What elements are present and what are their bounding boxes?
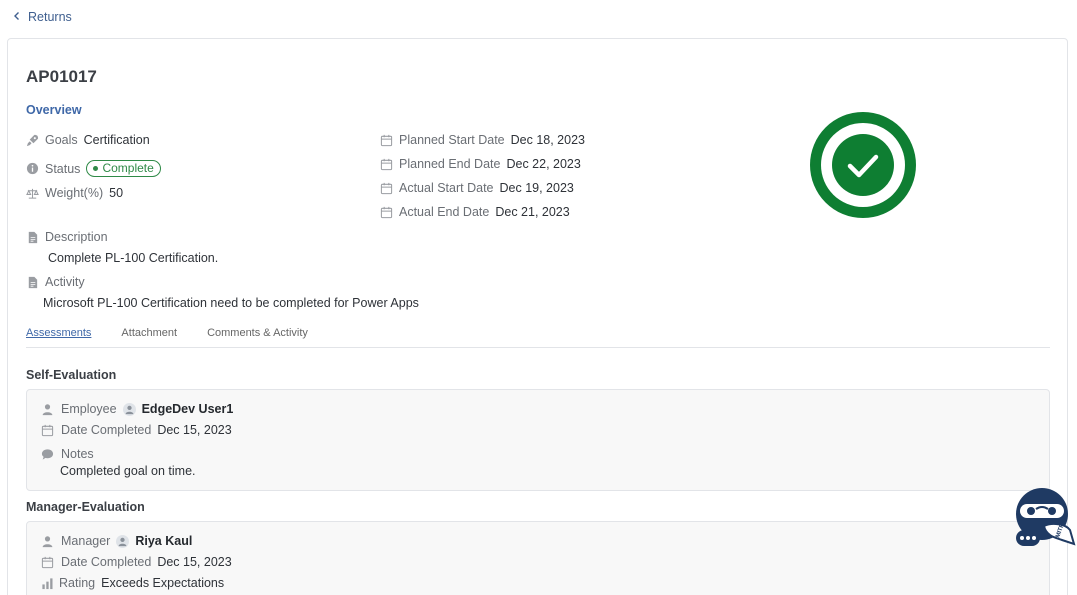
status-field: Status Complete [26,160,161,177]
tab-assessments[interactable]: Assessments [26,325,91,347]
actual-start-field: Actual Start Date Dec 19, 2023 [380,181,574,195]
overview-heading: Overview [26,103,82,117]
avatar [122,402,136,416]
manager-evaluation-heading: Manager-Evaluation [26,500,145,514]
tab-bar: Assessments Attachment Comments & Activi… [26,325,1050,348]
description-value: Complete PL-100 Certification. [48,251,219,265]
calendar-icon [380,182,393,195]
back-link-label: Returns [28,10,72,24]
status-value: Complete [102,161,154,175]
chevron-left-icon [12,10,22,24]
user-icon [41,535,54,548]
document-icon [26,231,39,244]
date-completed-value: Dec 15, 2023 [157,555,232,569]
goal-detail-card: AP01017 Overview Goals Certification Sta… [7,38,1068,595]
goals-value: Certification [83,133,150,147]
self-evaluation-heading: Self-Evaluation [26,368,117,382]
info-icon [26,162,39,175]
chatbot-robot-icon[interactable]: MITRA [1014,486,1076,550]
document-icon [26,276,39,289]
rating-value: Exceeds Expectations [101,576,225,590]
calendar-icon [41,424,54,437]
description-field: Description [26,230,108,244]
status-dot [93,166,99,171]
rocket-icon [26,134,39,147]
check-circle-icon [810,112,916,218]
planned-start-field: Planned Start Date Dec 18, 2023 [380,133,585,147]
employee-value: EdgeDev User1 [141,402,234,416]
manager-label: Manager [61,534,111,548]
notes-label: Notes [61,447,94,461]
calendar-icon [380,134,393,147]
weight-value: 50 [109,186,124,200]
employee-field: Employee EdgeDev User1 [41,402,233,416]
back-link[interactable]: Returns [12,10,72,24]
calendar-icon [380,206,393,219]
notes-value: Completed goal on time. [60,464,196,478]
calendar-icon [380,158,393,171]
actual-end-label: Actual End Date [399,205,490,219]
avatar [116,534,130,548]
actual-start-label: Actual Start Date [399,181,494,195]
tab-comments-activity[interactable]: Comments & Activity [207,325,308,347]
manager-value: Riya Kaul [135,534,193,548]
rating-field: Rating Exceeds Expectations [41,576,224,590]
planned-start-label: Planned Start Date [399,133,505,147]
activity-value: Microsoft PL-100 Certification need to b… [43,296,419,310]
employee-label: Employee [61,402,117,416]
activity-label: Activity [45,275,85,289]
date-completed-label: Date Completed [61,555,152,569]
planned-start-value: Dec 18, 2023 [510,133,585,147]
notes-value-row: Completed goal on time. [60,464,196,478]
notes-field: Notes [41,447,94,461]
description-label: Description [45,230,108,244]
status-label: Status [45,161,81,176]
activity-field: Activity [26,275,85,289]
status-badge: Complete [86,160,161,177]
date-completed-label: Date Completed [61,423,152,437]
planned-end-field: Planned End Date Dec 22, 2023 [380,157,581,171]
scale-icon [26,187,39,200]
manager-evaluation-panel: Manager Riya Kaul Date Completed Dec 15,… [26,521,1050,595]
goals-label: Goals [45,133,78,147]
user-icon [41,403,54,416]
actual-end-value: Dec 21, 2023 [495,205,570,219]
page-title: AP01017 [26,67,97,86]
manager-field: Manager Riya Kaul [41,534,192,548]
bar-chart-icon [41,577,54,590]
self-date-completed-field: Date Completed Dec 15, 2023 [41,423,232,437]
rating-label: Rating [59,576,96,590]
actual-end-field: Actual End Date Dec 21, 2023 [380,205,570,219]
calendar-icon [41,556,54,569]
planned-end-value: Dec 22, 2023 [506,157,581,171]
planned-end-label: Planned End Date [399,157,501,171]
goals-field: Goals Certification [26,133,150,147]
actual-start-value: Dec 19, 2023 [499,181,574,195]
self-evaluation-panel: Employee EdgeDev User1 Date Completed De… [26,389,1050,491]
weight-label: Weight(%) [45,186,104,200]
manager-date-completed-field: Date Completed Dec 15, 2023 [41,555,232,569]
comment-icon [41,448,54,461]
date-completed-value: Dec 15, 2023 [157,423,232,437]
weight-field: Weight(%) 50 [26,186,123,200]
tab-attachment[interactable]: Attachment [121,325,177,347]
